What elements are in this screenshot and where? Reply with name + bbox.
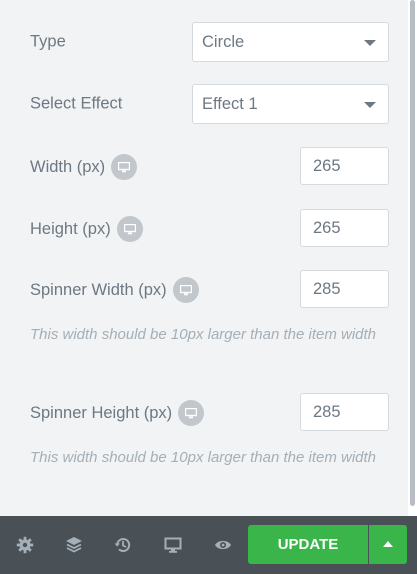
- spinner-height-note: This width should be 10px larger than th…: [30, 449, 377, 466]
- update-options-button[interactable]: [369, 525, 407, 564]
- spinner-width-label: Spinner Width (px): [30, 277, 199, 303]
- effect-select[interactable]: Effect 1: [192, 84, 389, 124]
- spinner-width-input[interactable]: [300, 270, 389, 308]
- chevron-down-icon: [364, 102, 376, 108]
- height-input[interactable]: [300, 209, 389, 247]
- effect-select-value: Effect 1: [202, 94, 258, 113]
- effect-control: Select Effect Effect 1: [30, 84, 390, 124]
- chevron-up-icon: [383, 541, 393, 547]
- height-control: Height (px): [30, 209, 390, 249]
- width-control: Width (px): [30, 147, 390, 187]
- scrollbar-thumb[interactable]: [410, 0, 415, 506]
- update-button[interactable]: UPDATE: [248, 525, 368, 564]
- settings-panel: Type Circle Select Effect Effect 1 Width…: [0, 0, 408, 516]
- effect-label: Select Effect: [30, 94, 123, 113]
- type-select-value: Circle: [202, 32, 245, 51]
- width-label: Width (px): [30, 154, 138, 180]
- eye-icon[interactable]: [213, 535, 233, 555]
- chevron-down-icon: [364, 40, 376, 46]
- width-input[interactable]: [300, 147, 389, 185]
- spinner-height-label: Spinner Height (px): [30, 400, 205, 426]
- type-label: Type: [30, 32, 66, 51]
- footer-toolbar: UPDATE: [0, 516, 417, 574]
- type-control: Type Circle: [30, 22, 390, 62]
- type-select[interactable]: Circle: [192, 22, 389, 62]
- spinner-height-control: Spinner Height (px): [30, 393, 390, 433]
- gear-icon[interactable]: [15, 535, 35, 555]
- desktop-icon[interactable]: [163, 535, 183, 555]
- spinner-width-control: Spinner Width (px): [30, 270, 390, 310]
- desktop-responsive-icon[interactable]: [172, 277, 199, 303]
- history-icon[interactable]: [113, 535, 133, 555]
- height-label: Height (px): [30, 216, 143, 242]
- desktop-responsive-icon[interactable]: [111, 154, 138, 180]
- spinner-height-input[interactable]: [300, 393, 389, 431]
- desktop-responsive-icon[interactable]: [116, 216, 143, 242]
- desktop-responsive-icon[interactable]: [178, 400, 205, 426]
- layers-icon[interactable]: [64, 535, 84, 555]
- spinner-width-note: This width should be 10px larger than th…: [30, 326, 377, 343]
